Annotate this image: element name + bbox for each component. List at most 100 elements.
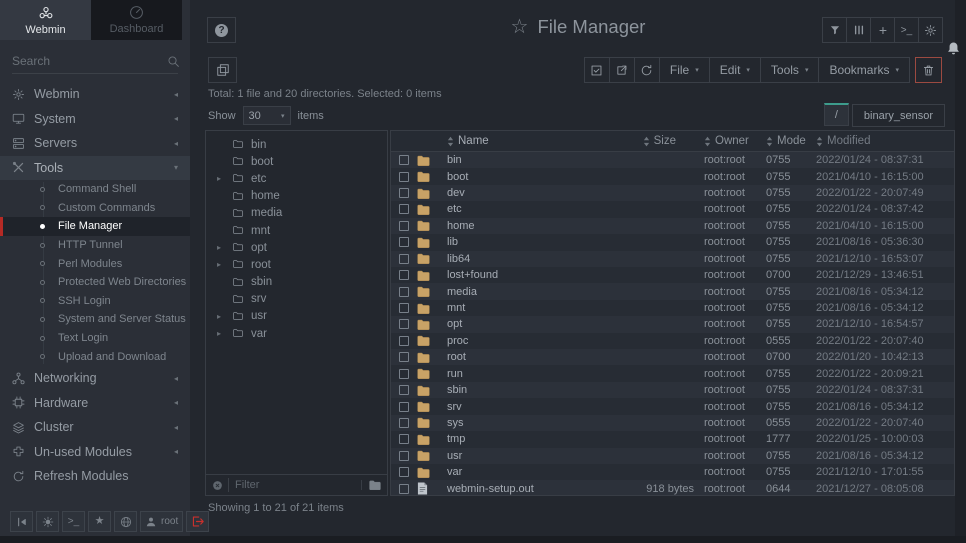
file-name-cell[interactable]: opt [447,318,596,330]
sidebar-item-perl-modules[interactable]: Perl Modules [0,254,190,273]
sidebar-item-custom-commands[interactable]: Custom Commands [0,199,190,218]
refresh-button[interactable] [634,57,660,83]
column-header-mode[interactable]: Mode [766,135,816,147]
file-name-cell[interactable]: sbin [447,384,596,396]
table-row-lib[interactable]: lib root:root 0755 2021/08/16 - 05:36:30 [391,234,954,250]
file-name-cell[interactable]: mnt [447,302,596,314]
table-row-lib64[interactable]: lib64 root:root 0755 2021/12/10 - 16:53:… [391,251,954,267]
collapse-button[interactable] [10,511,33,532]
tree-item-bin[interactable]: bin [206,136,387,153]
table-row-lost-found[interactable]: lost+found root:root 0700 2021/12/29 - 1… [391,267,954,283]
table-row-mnt[interactable]: mnt root:root 0755 2021/08/16 - 05:34:12 [391,300,954,316]
funnel-button[interactable] [822,17,847,43]
tab-webmin[interactable]: Webmin [0,0,91,40]
table-row-sbin[interactable]: sbin root:root 0755 2022/01/24 - 08:37:3… [391,382,954,398]
sun-button[interactable] [36,511,59,532]
sidebar-item-text-login[interactable]: Text Login [0,329,190,348]
share-button[interactable] [609,57,635,83]
gear-button[interactable] [918,17,943,43]
file-name-cell[interactable]: srv [447,401,596,413]
file-name-cell[interactable]: home [447,220,596,232]
row-checkbox[interactable] [399,434,409,444]
column-header-size[interactable]: Size [596,135,704,147]
copy-path-button[interactable] [208,57,237,83]
file-name-cell[interactable]: media [447,286,596,298]
file-name-cell[interactable]: usr [447,450,596,462]
notifications-bell-icon[interactable] [946,41,961,56]
column-header-modified[interactable]: Modified [816,135,954,147]
table-row-webmin-setup-out[interactable]: webmin-setup.out 918 bytes root:root 064… [391,480,954,496]
row-checkbox[interactable] [399,467,409,477]
row-checkbox[interactable] [399,155,409,165]
column-header-owner[interactable]: Owner [704,135,766,147]
sidebar-item-system-and-server-status[interactable]: System and Server Status [0,310,190,329]
table-row-home[interactable]: home root:root 0755 2021/04/10 - 16:15:0… [391,218,954,234]
sidebar-item-networking[interactable]: Networking ◂ [0,366,190,391]
file-name-cell[interactable]: tmp [447,433,596,445]
sidebar-item-tools[interactable]: Tools ▾ [0,156,190,181]
logout-button[interactable] [186,511,209,532]
star-button[interactable]: ★ [88,511,111,532]
sidebar-item-webmin[interactable]: Webmin ◂ [0,82,190,107]
row-checkbox[interactable] [399,172,409,182]
file-name-cell[interactable]: root [447,351,596,363]
file-name-cell[interactable]: dev [447,187,596,199]
sidebar-item-ssh-login[interactable]: SSH Login [0,292,190,311]
delete-button[interactable] [915,57,942,83]
tree-filter-input[interactable] [228,478,356,492]
file-name-cell[interactable]: etc [447,203,596,215]
favorite-star-icon[interactable]: ☆ [511,17,529,37]
table-row-proc[interactable]: proc root:root 0555 2022/01/22 - 20:07:4… [391,333,954,349]
tree-item-var[interactable]: ▸ var [206,325,387,342]
globe-button[interactable] [114,511,137,532]
file-name-cell[interactable]: bin [447,154,596,166]
menu-bookmarks[interactable]: Bookmarks ▾ [818,57,910,83]
plus-button[interactable]: + [870,17,895,43]
column-header-name[interactable]: Name [447,135,596,147]
expand-arrow-icon[interactable]: ▸ [217,329,232,338]
row-checkbox[interactable] [399,418,409,428]
file-name-cell[interactable]: webmin-setup.out [447,483,596,495]
file-name-cell[interactable]: sys [447,417,596,429]
row-checkbox[interactable] [399,385,409,395]
file-name-cell[interactable]: lib [447,236,596,248]
table-row-etc[interactable]: etc root:root 0755 2022/01/24 - 08:37:42 [391,201,954,217]
row-checkbox[interactable] [399,336,409,346]
table-row-dev[interactable]: dev root:root 0755 2022/01/22 - 20:07:49 [391,185,954,201]
table-row-boot[interactable]: boot root:root 0755 2021/04/10 - 16:15:0… [391,168,954,184]
search-icon[interactable] [167,55,180,68]
table-row-var[interactable]: var root:root 0755 2021/12/10 - 17:01:55 [391,464,954,480]
sidebar-item-command-shell[interactable]: Command Shell [0,180,190,199]
tree-item-opt[interactable]: ▸ opt [206,239,387,256]
row-checkbox[interactable] [399,188,409,198]
tree-item-usr[interactable]: ▸ usr [206,308,387,325]
expand-arrow-icon[interactable]: ▸ [217,260,232,269]
row-checkbox[interactable] [399,369,409,379]
tree-item-etc[interactable]: ▸ etc [206,170,387,187]
row-checkbox[interactable] [399,270,409,280]
tab-dashboard[interactable]: Dashboard [91,0,182,40]
breadcrumb-root[interactable]: / [824,103,849,126]
tree-item-media[interactable]: media [206,205,387,222]
table-row-run[interactable]: run root:root 0755 2022/01/22 - 20:09:21 [391,365,954,381]
row-checkbox[interactable] [399,287,409,297]
file-name-cell[interactable]: run [447,368,596,380]
row-checkbox[interactable] [399,352,409,362]
tree-item-boot[interactable]: boot [206,153,387,170]
row-checkbox[interactable] [399,319,409,329]
sidebar-item-upload-and-download[interactable]: Upload and Download [0,347,190,366]
file-name-cell[interactable]: lib64 [447,253,596,265]
row-checkbox[interactable] [399,254,409,264]
expand-arrow-icon[interactable]: ▸ [217,243,232,252]
sidebar-item-servers[interactable]: Servers ◂ [0,131,190,156]
tree-item-sbin[interactable]: sbin [206,274,387,291]
sidebar-item-protected-web-directories[interactable]: Protected Web Directories [0,273,190,292]
table-row-root[interactable]: root root:root 0700 2022/01/20 - 10:42:1… [391,349,954,365]
file-name-cell[interactable]: boot [447,171,596,183]
menu-file[interactable]: File ▾ [659,57,710,83]
expand-arrow-icon[interactable]: ▸ [217,174,232,183]
row-checkbox[interactable] [399,484,409,494]
expand-arrow-icon[interactable]: ▸ [217,312,232,321]
table-row-srv[interactable]: srv root:root 0755 2021/08/16 - 05:34:12 [391,398,954,414]
sidebar-item-system[interactable]: System ◂ [0,107,190,132]
